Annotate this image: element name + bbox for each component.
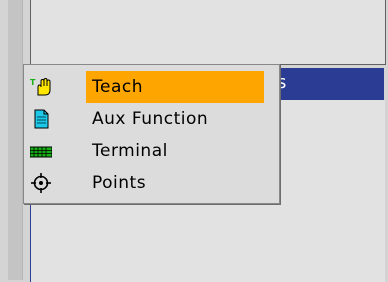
menu-item-terminal[interactable]: Terminal (24, 135, 279, 167)
menu-item-label: Points (92, 173, 147, 193)
left-scroll-strip (8, 0, 23, 280)
svg-text:T: T (30, 78, 36, 87)
menu-item-aux-function[interactable]: Aux Function (24, 103, 279, 135)
top-panel (30, 0, 386, 65)
menu-item-label: Teach (86, 71, 264, 103)
menu-item-teach[interactable]: T Teach (24, 71, 279, 103)
hand-icon: T (30, 77, 52, 97)
crosshair-icon (30, 173, 52, 193)
menu-item-label: Terminal (92, 141, 168, 161)
menu-item-label: Aux Function (92, 109, 209, 129)
keyboard-icon (30, 141, 52, 161)
document-icon (30, 109, 52, 129)
menu-item-points[interactable]: Points (24, 167, 279, 199)
context-menu: T Teach Aux Function Terminal Points (23, 64, 280, 204)
